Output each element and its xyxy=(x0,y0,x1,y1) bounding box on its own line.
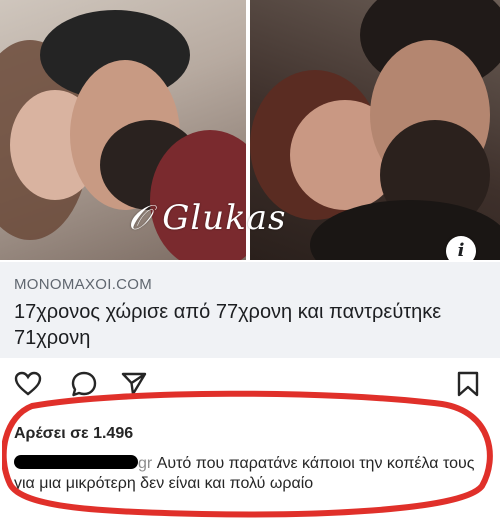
watermark: 𝒪 Glukas xyxy=(128,198,287,238)
likes-count[interactable]: Αρέσει σε 1.496 xyxy=(14,425,133,443)
link-domain: MONOMAXOI.COM xyxy=(14,276,153,293)
action-bar xyxy=(0,360,500,410)
link-preview-card[interactable]: MONOMAXOI.COM 17χρονος χώρισε από 77χρον… xyxy=(0,262,500,358)
link-title: 17χρονος χώρισε από 77χρονη και παντρεύτ… xyxy=(14,301,442,349)
photo-right xyxy=(250,0,500,260)
comment-author-suffix[interactable]: gr xyxy=(138,455,152,472)
post-image[interactable]: 𝒪 Glukas i xyxy=(0,0,500,260)
watermark-logo: 𝒪 xyxy=(128,198,163,238)
redacted-username xyxy=(14,455,138,469)
heart-icon[interactable] xyxy=(14,370,42,403)
comment: gr Αυτό που παρατάνε κάποιοι την κοπέλα … xyxy=(14,454,484,494)
share-icon[interactable] xyxy=(120,370,148,403)
info-icon[interactable]: i xyxy=(446,236,476,260)
comment-icon[interactable] xyxy=(70,370,98,403)
watermark-text: Glukas xyxy=(162,198,287,238)
bookmark-icon[interactable] xyxy=(454,370,482,403)
